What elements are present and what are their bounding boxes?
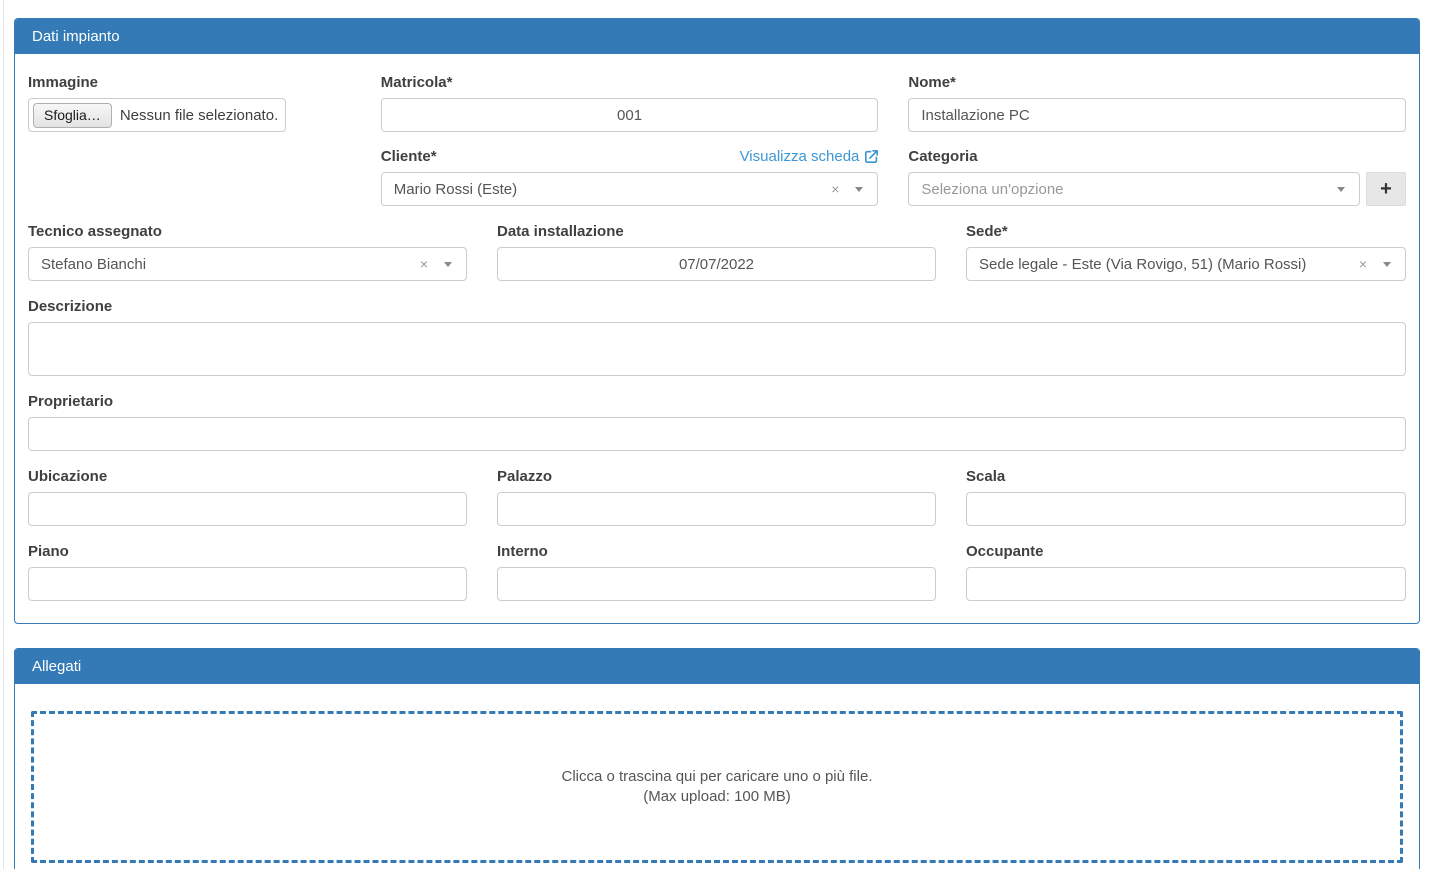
occupante-label: Occupante [966, 543, 1406, 561]
dropdown-arrow-icon [444, 262, 452, 267]
form-row-ubicazione: Ubicazione Palazzo Scala [28, 468, 1406, 526]
proprietario-input[interactable] [28, 417, 1406, 451]
sede-label: Sede* [966, 223, 1406, 241]
file-status-text: Nessun file selezionato. [120, 107, 278, 124]
descrizione-label: Descrizione [28, 298, 1406, 316]
piano-label: Piano [28, 543, 467, 561]
panel-allegati: Allegati Clicca o trascina qui per caric… [14, 648, 1420, 869]
scala-label: Scala [966, 468, 1406, 486]
immagine-file-input[interactable]: Sfoglia… Nessun file selezionato. [28, 98, 286, 132]
proprietario-label: Proprietario [28, 393, 1406, 411]
clear-selection-icon[interactable]: × [831, 182, 839, 196]
panel-allegati-header: Allegati [15, 649, 1419, 684]
file-dropzone[interactable]: Clicca o trascina qui per caricare uno o… [31, 711, 1403, 863]
form-row-piano: Piano Interno Occupante [28, 543, 1406, 601]
dropdown-arrow-icon [855, 187, 863, 192]
matricola-label: Matricola* [381, 74, 879, 92]
panel-dati-impianto-header: Dati impianto [15, 19, 1419, 54]
ubicazione-input[interactable] [28, 492, 467, 526]
clear-selection-icon[interactable]: × [420, 257, 428, 271]
palazzo-label: Palazzo [497, 468, 936, 486]
descrizione-textarea[interactable] [28, 322, 1406, 376]
tecnico-label: Tecnico assegnato [28, 223, 467, 241]
cliente-select-value: Mario Rossi (Este) [394, 181, 823, 198]
browse-button[interactable]: Sfoglia… [33, 103, 112, 128]
ubicazione-label: Ubicazione [28, 468, 467, 486]
data-installazione-input[interactable] [497, 247, 936, 281]
sede-select[interactable]: Sede legale - Este (Via Rovigo, 51) (Mar… [966, 247, 1406, 281]
palazzo-input[interactable] [497, 492, 936, 526]
sede-select-value: Sede legale - Este (Via Rovigo, 51) (Mar… [979, 256, 1351, 273]
categoria-select[interactable]: Seleziona un'opzione [908, 172, 1360, 206]
dropdown-arrow-icon [1337, 187, 1345, 192]
interno-input[interactable] [497, 567, 936, 601]
cliente-select[interactable]: Mario Rossi (Este) × [381, 172, 879, 206]
piano-input[interactable] [28, 567, 467, 601]
dropzone-max-upload-text: (Max upload: 100 MB) [643, 787, 791, 807]
data-installazione-label: Data installazione [497, 223, 936, 241]
categoria-select-placeholder: Seleziona un'opzione [921, 181, 1337, 198]
visualizza-scheda-link-label: Visualizza scheda [740, 148, 860, 165]
tecnico-select[interactable]: Stefano Bianchi × [28, 247, 467, 281]
categoria-label: Categoria [908, 148, 977, 166]
page-edge-divider [3, 0, 4, 869]
visualizza-scheda-link[interactable]: Visualizza scheda [740, 148, 879, 165]
nome-input[interactable] [908, 98, 1406, 132]
add-categoria-button[interactable]: + [1366, 172, 1406, 206]
plus-icon: + [1380, 179, 1392, 199]
dropzone-instruction-text: Clicca o trascina qui per caricare uno o… [562, 767, 873, 787]
form-row-tecnico: Tecnico assegnato Stefano Bianchi × Data… [28, 223, 1406, 281]
tecnico-select-value: Stefano Bianchi [41, 256, 412, 273]
immagine-label: Immagine [28, 74, 351, 92]
form-row-top: Immagine Sfoglia… Nessun file selezionat… [28, 74, 1406, 206]
occupante-input[interactable] [966, 567, 1406, 601]
scala-input[interactable] [966, 492, 1406, 526]
matricola-input[interactable] [381, 98, 879, 132]
panel-dati-impianto: Dati impianto Immagine Sfoglia… Nessun f… [14, 18, 1420, 624]
clear-selection-icon[interactable]: × [1359, 257, 1367, 271]
external-link-icon [865, 150, 878, 163]
interno-label: Interno [497, 543, 936, 561]
dropdown-arrow-icon [1383, 262, 1391, 267]
nome-label: Nome* [908, 74, 1406, 92]
cliente-label: Cliente* [381, 148, 437, 166]
